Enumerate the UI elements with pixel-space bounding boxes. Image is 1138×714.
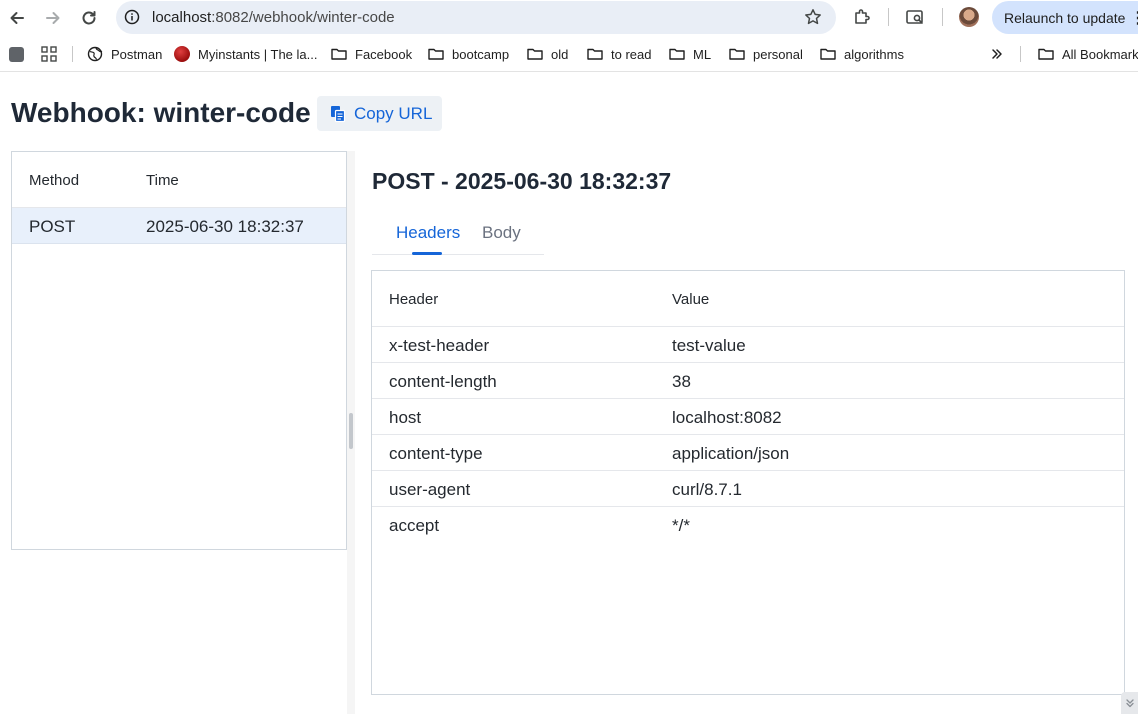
header-name: content-type [389,444,483,463]
url-host: localhost [152,9,212,26]
tab-headers[interactable]: Headers [396,223,460,243]
bookmarks-divider [72,46,73,62]
all-bookmarks-folder[interactable]: All Bookmarks [1038,45,1138,63]
bookmark-label: old [551,46,569,62]
header-value: 38 [672,372,691,391]
request-detail-title: POST - 2025-06-30 18:32:37 [372,168,672,194]
header-name: accept [389,516,440,535]
bookmarks-divider [1020,46,1021,62]
stop-square-icon[interactable] [9,45,24,63]
table-row: host localhost:8082 [372,399,1124,435]
address-bar[interactable]: localhost:8082/webhook/winter-code [116,1,836,34]
header-name: content-length [389,372,497,391]
folder-icon [669,46,685,62]
bookmark-label: Facebook [355,46,413,62]
panel-splitter[interactable] [347,151,355,714]
table-row: accept */* [372,507,1124,543]
header-name: x-test-header [389,336,490,355]
toolbar-divider [942,8,943,26]
bookmark-folder-old[interactable]: old [527,45,568,63]
table-row: content-type application/json [372,435,1124,471]
folder-icon [331,46,347,62]
url-text: localhost:8082/webhook/winter-code [152,9,395,26]
bookmark-folder-bootcamp[interactable]: bootcamp [428,45,509,63]
requests-table-header: Method Time [12,152,346,208]
bookmark-label: Myinstants | The la... [198,46,318,62]
column-value: Value [672,291,710,308]
profile-avatar[interactable] [959,7,979,27]
request-time: 2025-06-30 18:32:37 [146,217,304,236]
bookmark-label: personal [753,46,803,62]
relaunch-label: Relaunch to update [1004,10,1126,26]
browser-toolbar: localhost:8082/webhook/winter-code Relau… [0,0,1138,36]
tab-body[interactable]: Body [482,223,521,243]
folder-icon [1038,46,1054,62]
column-time: Time [146,172,179,189]
bookmark-label: bootcamp [452,46,510,62]
table-row: x-test-header test-value [372,327,1124,363]
folder-icon [729,46,745,62]
header-name: host [389,408,422,427]
header-value: test-value [672,336,746,355]
folder-icon [428,46,444,62]
extensions-icon[interactable] [851,6,873,28]
site-info-icon[interactable] [124,9,140,25]
relaunch-button[interactable]: Relaunch to update ⋮ [992,1,1138,34]
back-icon[interactable] [5,6,29,30]
bookmark-folder-facebook[interactable]: Facebook [331,45,412,63]
copy-icon [330,105,346,123]
all-bookmarks-label: All Bookmarks [1062,46,1138,62]
apps-grid-icon[interactable] [41,45,57,63]
header-value: */* [672,516,690,535]
folder-icon [527,46,543,62]
url-path: :8082/webhook/winter-code [211,9,395,26]
bookmark-folder-algorithms[interactable]: algorithms [820,45,904,63]
page-title: Webhook: winter-code [11,97,311,128]
bookmark-star-icon[interactable] [804,8,822,26]
reload-icon[interactable] [77,6,101,30]
table-row: content-length 38 [372,363,1124,399]
headers-table-header: Header Value [372,271,1124,327]
active-tab-indicator [412,252,442,255]
bookmark-label: algorithms [844,46,904,62]
header-value: localhost:8082 [672,408,782,427]
request-row-selected[interactable]: POST 2025-06-30 18:32:37 [12,208,346,244]
table-row: user-agent curl/8.7.1 [372,471,1124,507]
request-method: POST [29,217,76,236]
bookmarks-overflow-icon[interactable] [990,45,1004,63]
forward-icon[interactable] [41,6,65,30]
globe-icon [87,46,103,62]
detail-tabs: Headers Body [372,214,544,255]
copy-url-button[interactable]: Copy URL [317,96,442,131]
column-method: Method [29,172,80,189]
header-value: curl/8.7.1 [672,480,742,499]
toolbar-divider [888,8,889,26]
requests-table: Method Time POST 2025-06-30 18:32:37 [11,151,347,550]
header-name: user-agent [389,480,471,499]
bookmark-label: to read [611,46,652,62]
column-header: Header [389,291,439,308]
scroll-down-icon[interactable] [1121,692,1138,714]
bookmark-label: ML [693,46,712,62]
bookmark-folder-personal[interactable]: personal [729,45,803,63]
bookmark-folder-to-read[interactable]: to read [587,45,651,63]
bookmark-myinstants[interactable]: Myinstants | The la... [174,45,317,63]
bookmark-folder-ml[interactable]: ML [669,45,711,63]
more-menu-icon[interactable]: ⋮ [1130,8,1138,28]
splitter-grip-handle[interactable] [349,413,353,449]
tab-search-icon[interactable] [904,6,926,28]
header-value: application/json [672,444,790,463]
headers-table: Header Value x-test-header test-value co… [371,270,1125,695]
bookmarks-bar: Postman Myinstants | The la... Facebook … [0,36,1138,72]
bookmark-label: Postman [111,46,163,62]
folder-icon [820,46,836,62]
folder-icon [587,46,603,62]
copy-url-label: Copy URL [354,103,433,123]
bookmark-postman[interactable]: Postman [87,45,162,63]
red-button-icon [174,46,190,62]
